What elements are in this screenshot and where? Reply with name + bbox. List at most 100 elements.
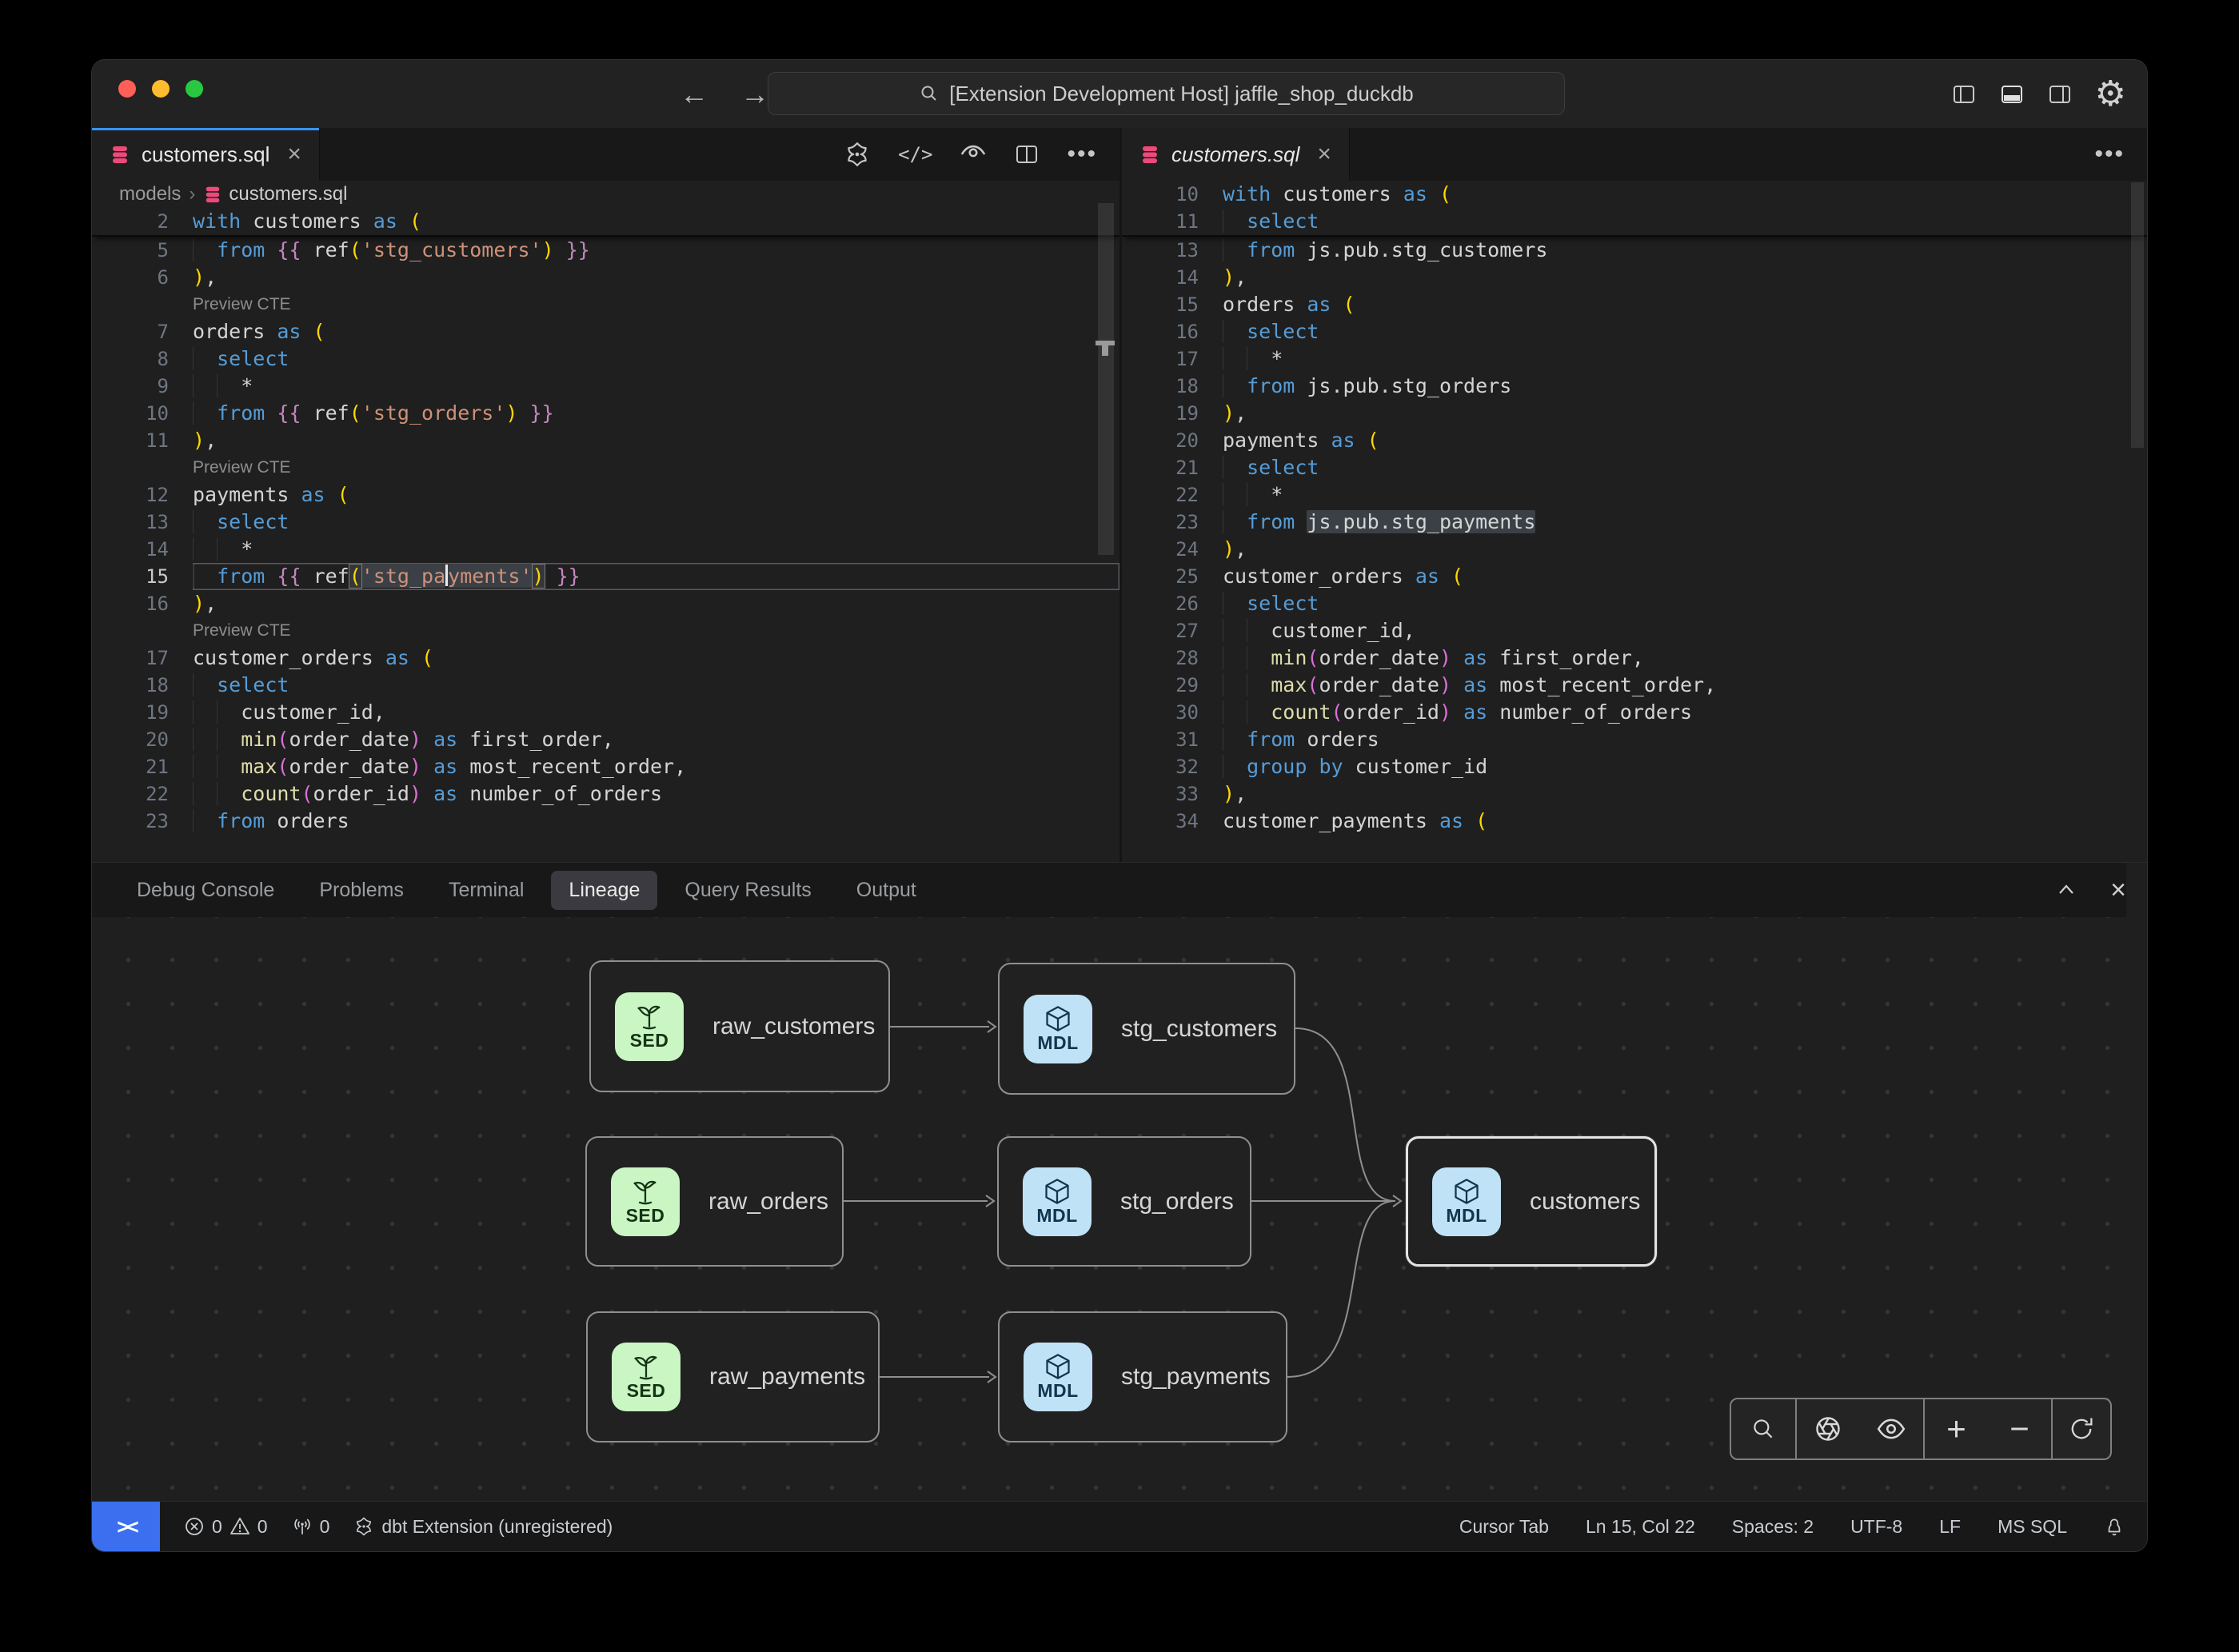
code-line-20[interactable]: 20 min(order_date) as first_order, [92, 726, 1120, 753]
code-line-19[interactable]: 19), [1122, 400, 2147, 427]
code-line-18[interactable]: 18 from js.pub.stg_orders [1122, 373, 2147, 400]
panel-tab-lineage[interactable]: Lineage [551, 871, 657, 910]
cursor-tab-status[interactable]: Cursor Tab [1459, 1516, 1549, 1538]
remote-indicator[interactable]: >< [92, 1502, 160, 1551]
tab-customers-sql-preview[interactable]: customers.sql × [1122, 128, 1350, 181]
indentation-status[interactable]: Spaces: 2 [1732, 1516, 1814, 1538]
code-line-27[interactable]: 27 customer_id, [1122, 617, 2147, 644]
breadcrumb-file[interactable]: customers.sql [203, 183, 347, 206]
panel-tab-output[interactable]: Output [839, 871, 934, 910]
ports-status[interactable]: 0 [292, 1516, 330, 1538]
code-line-13[interactable]: 13 select [92, 509, 1120, 536]
right-editor-scrollbar[interactable] [2128, 181, 2147, 862]
code-line-29[interactable]: 29 max(order_date) as most_recent_order, [1122, 672, 2147, 699]
breadcrumb-folder[interactable]: models [119, 183, 181, 206]
layout-sidebar-left-icon[interactable] [1951, 82, 1977, 107]
lineage-node-customers[interactable]: MDLcustomers [1406, 1136, 1657, 1267]
code-line-11[interactable]: 11 select [1122, 208, 2147, 235]
forward-arrow-icon[interactable]: → [740, 78, 769, 111]
zoom-window-button[interactable] [186, 80, 203, 98]
lineage-node-raw_orders[interactable]: SEDraw_orders [585, 1136, 844, 1267]
code-line-19[interactable]: 19 customer_id, [92, 699, 1120, 726]
lineage-node-raw_payments[interactable]: SEDraw_payments [586, 1311, 880, 1443]
code-line-21[interactable]: 21 select [1122, 454, 2147, 481]
code-line-32[interactable]: 32 group by customer_id [1122, 753, 2147, 780]
encoding-status[interactable]: UTF-8 [1850, 1516, 1902, 1538]
zoom-out-icon[interactable]: − [2010, 1410, 2029, 1448]
code-line-20[interactable]: 20payments as ( [1122, 427, 2147, 454]
code-line-28[interactable]: 28 min(order_date) as first_order, [1122, 644, 2147, 672]
code-line-18[interactable]: 18 select [92, 672, 1120, 699]
more-actions-icon[interactable]: ••• [1067, 141, 1097, 168]
panel-tab-terminal[interactable]: Terminal [431, 871, 541, 910]
code-line-22[interactable]: 22 count(order_id) as number_of_orders [92, 780, 1120, 808]
refresh-icon[interactable] [2067, 1415, 2096, 1443]
code-lens-line[interactable]: Preview CTE [92, 291, 1120, 318]
code-line-26[interactable]: 26 select [1122, 590, 2147, 617]
code-line-22[interactable]: 22 * [1122, 481, 2147, 509]
close-window-button[interactable] [118, 80, 136, 98]
code-line-15[interactable]: 15orders as ( [1122, 291, 2147, 318]
code-line-23[interactable]: 23 from orders [92, 808, 1120, 835]
code-line-24[interactable]: 24), [1122, 536, 2147, 563]
cursor-position-status[interactable]: Ln 15, Col 22 [1586, 1516, 1695, 1538]
close-panel-icon[interactable]: × [2110, 875, 2126, 906]
panel-tab-problems[interactable]: Problems [301, 871, 421, 910]
language-mode-status[interactable]: MS SQL [1998, 1516, 2067, 1538]
tab-customers-sql[interactable]: customers.sql × [92, 128, 320, 181]
code-line-6[interactable]: 6), [92, 264, 1120, 291]
code-line-25[interactable]: 25customer_orders as ( [1122, 563, 2147, 590]
panel-tab-query-results[interactable]: Query Results [667, 871, 828, 910]
code-line-17[interactable]: 17customer_orders as ( [92, 644, 1120, 672]
eye-icon[interactable] [960, 141, 987, 168]
eol-status[interactable]: LF [1939, 1516, 1961, 1538]
code-line-31[interactable]: 31 from orders [1122, 726, 2147, 753]
chevron-up-icon[interactable] [2054, 878, 2078, 902]
layout-sidebar-right-icon[interactable] [2047, 82, 2073, 107]
more-actions-icon[interactable]: ••• [2094, 141, 2125, 168]
code-lens-line[interactable]: Preview CTE [92, 454, 1120, 481]
close-tab-icon[interactable]: × [287, 141, 301, 168]
close-tab-icon[interactable]: × [1317, 141, 1331, 168]
code-line-5[interactable]: 5 from {{ ref('stg_customers') }} [92, 237, 1120, 264]
code-line-11[interactable]: 11), [92, 427, 1120, 454]
layout-panel-icon[interactable] [1999, 82, 2025, 107]
eye-icon[interactable] [1876, 1414, 1906, 1444]
code-line-17[interactable]: 17 * [1122, 345, 2147, 373]
code-line-33[interactable]: 33), [1122, 780, 2147, 808]
code-line-21[interactable]: 21 max(order_date) as most_recent_order, [92, 753, 1120, 780]
command-center-search[interactable]: [Extension Development Host] jaffle_shop… [768, 72, 1565, 115]
lineage-canvas[interactable]: SEDraw_customers MDLstg_customers SEDraw_o… [92, 917, 2147, 1502]
code-line-9[interactable]: 9 * [92, 373, 1120, 400]
code-preview-icon[interactable]: </> [898, 143, 932, 166]
code-line-14[interactable]: 14), [1122, 264, 2147, 291]
lineage-node-raw_customers[interactable]: SEDraw_customers [589, 960, 890, 1092]
left-editor-scrollbar[interactable] [1095, 181, 1117, 862]
scrollbar-thumb[interactable] [1098, 203, 1114, 555]
problems-status[interactable]: 0 0 [184, 1516, 268, 1538]
code-line-8[interactable]: 8 select [92, 345, 1120, 373]
search-icon[interactable] [1750, 1415, 1777, 1443]
settings-gear-icon[interactable]: ⚙ [2095, 77, 2126, 112]
zoom-in-icon[interactable]: + [1946, 1410, 1966, 1448]
lineage-node-stg_orders[interactable]: MDLstg_orders [997, 1136, 1251, 1267]
code-line-10[interactable]: 10 from {{ ref('stg_orders') }} [92, 400, 1120, 427]
bell-icon[interactable] [2104, 1516, 2125, 1537]
code-line-23[interactable]: 23 from js.pub.stg_payments [1122, 509, 2147, 536]
code-line-30[interactable]: 30 count(order_id) as number_of_orders [1122, 699, 2147, 726]
dbt-icon[interactable] [844, 141, 871, 168]
scrollbar-thumb[interactable] [2131, 182, 2144, 448]
back-arrow-icon[interactable]: ← [680, 78, 708, 111]
code-line-2[interactable]: 2with customers as ( [92, 208, 1120, 235]
code-line-15[interactable]: 15 from {{ ref('stg_payments') }} [92, 563, 1120, 590]
dbt-extension-status[interactable]: dbt Extension (unregistered) [353, 1516, 613, 1538]
code-line-16[interactable]: 16), [92, 590, 1120, 617]
code-line-14[interactable]: 14 * [92, 536, 1120, 563]
lineage-node-stg_customers[interactable]: MDLstg_customers [998, 963, 1295, 1095]
code-line-7[interactable]: 7orders as ( [92, 318, 1120, 345]
code-line-13[interactable]: 13 from js.pub.stg_customers [1122, 237, 2147, 264]
aperture-icon[interactable] [1814, 1415, 1842, 1443]
code-lens-line[interactable]: Preview CTE [92, 617, 1120, 644]
lineage-node-stg_payments[interactable]: MDLstg_payments [998, 1311, 1287, 1443]
panel-tab-debug-console[interactable]: Debug Console [119, 871, 292, 910]
